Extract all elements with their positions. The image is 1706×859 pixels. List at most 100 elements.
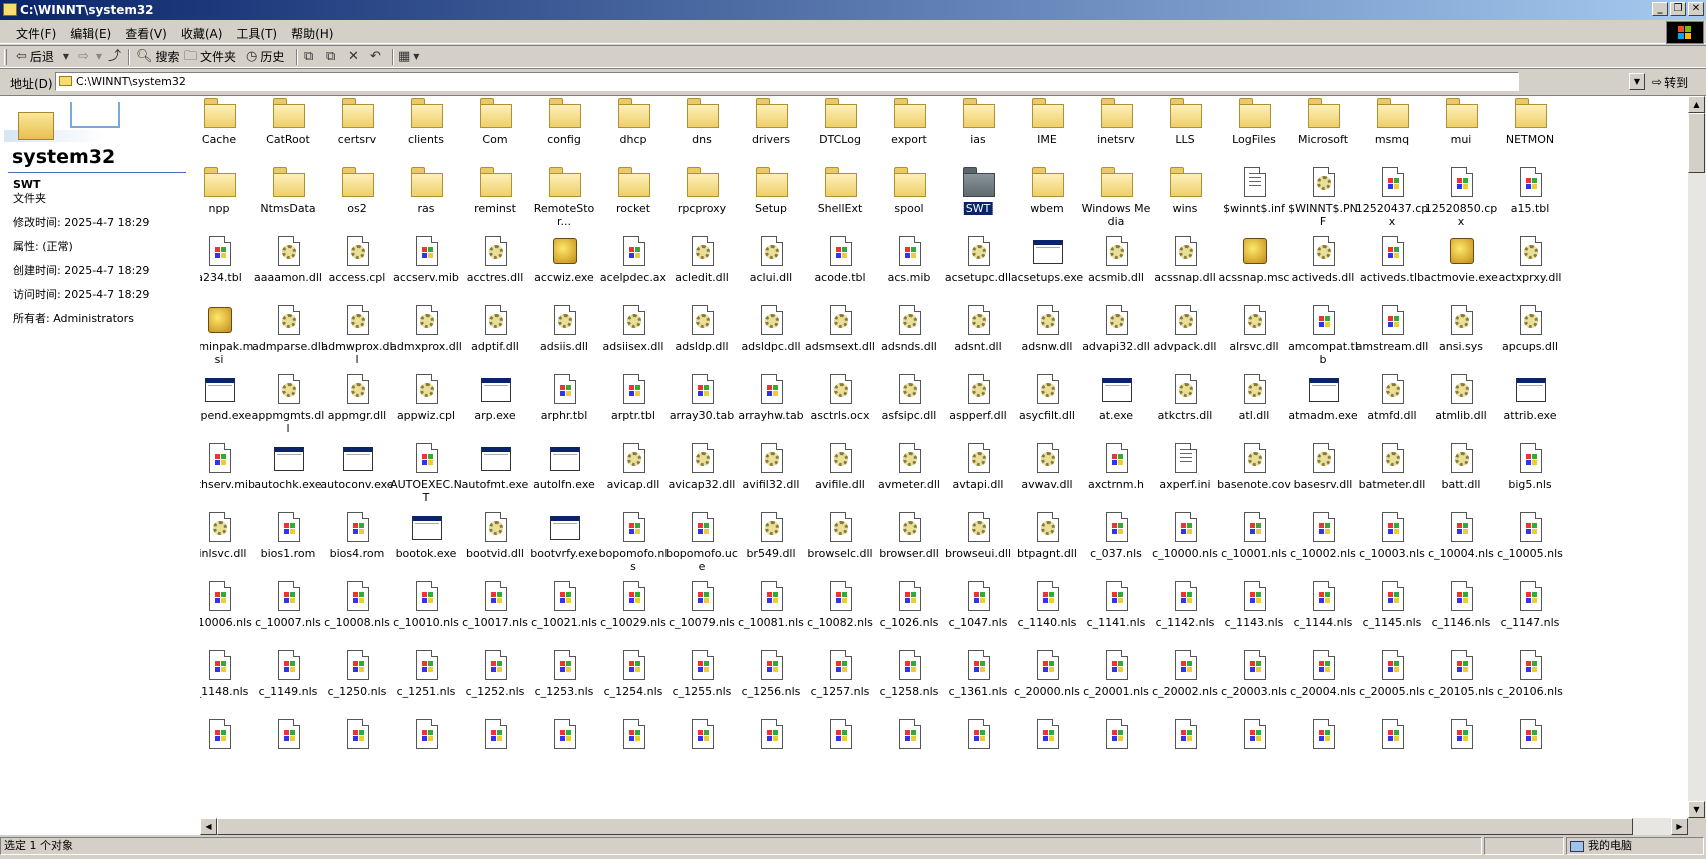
file-item[interactable]: c_1145.nls [1355,579,1429,649]
menu-favorites[interactable]: 收藏(A) [175,24,229,43]
file-item[interactable]: c_10007.nls [251,579,325,649]
file-item[interactable] [596,717,670,787]
folder-item[interactable]: DTCLog [803,96,877,166]
file-item[interactable]: c_1361.nls [941,648,1015,718]
folder-item[interactable]: npp [200,165,256,235]
file-item[interactable]: asctrls.ocx [803,372,877,442]
folder-item[interactable]: Com [458,96,532,166]
file-item[interactable]: acsetups.exe [1010,234,1084,304]
search-button[interactable]: 🔍︎ 搜索 [136,47,180,67]
file-item[interactable]: adsiis.dll [527,303,601,373]
file-item[interactable]: autolfn.exe [527,441,601,511]
file-item[interactable]: adsnds.dll [872,303,946,373]
file-item[interactable]: c_10003.nls [1355,510,1429,580]
file-item[interactable]: br549.dll [734,510,808,580]
file-item[interactable]: c_1257.nls [803,648,877,718]
file-item[interactable]: appwiz.cpl [389,372,463,442]
file-item[interactable]: appmgmts.dll [251,372,325,442]
file-item[interactable]: c_10029.nls [596,579,670,649]
file-item[interactable]: arp.exe [458,372,532,442]
file-item[interactable]: bios1.rom [251,510,325,580]
file-item[interactable]: c_10005.nls [1493,510,1567,580]
file-item[interactable]: c_10006.nls [200,579,256,649]
folder-item[interactable]: Microsoft [1286,96,1360,166]
folder-item[interactable]: mui [1424,96,1498,166]
file-item[interactable]: acctres.dll [458,234,532,304]
copy-to-button[interactable]: ⧉ [326,47,335,67]
file-item[interactable]: atl.dll [1217,372,1291,442]
folder-item[interactable]: ras [389,165,463,235]
file-item[interactable]: amstream.dll [1355,303,1429,373]
file-item[interactable]: array30.tab [665,372,739,442]
folder-item[interactable]: wbem [1010,165,1084,235]
file-item[interactable]: acsetupc.dll [941,234,1015,304]
file-item[interactable]: adsldpc.dll [734,303,808,373]
folder-item[interactable]: spool [872,165,946,235]
undo-button[interactable]: ↶ [370,47,381,67]
folder-item[interactable]: IME [1010,96,1084,166]
file-item[interactable]: actxprxy.dll [1493,234,1567,304]
file-item[interactable]: c_1252.nls [458,648,532,718]
file-item[interactable]: attrib.exe [1493,372,1567,442]
file-item[interactable] [734,717,808,787]
menu-file[interactable]: 文件(F) [10,24,62,43]
file-item[interactable]: appmgr.dll [320,372,394,442]
file-item[interactable]: alrsvc.dll [1217,303,1291,373]
file-item[interactable]: c_10079.nls [665,579,739,649]
file-item[interactable]: batmeter.dll [1355,441,1429,511]
file-item[interactable]: bopomofo.nls [596,510,670,580]
file-item[interactable] [1217,717,1291,787]
file-item[interactable]: c_10002.nls [1286,510,1360,580]
file-item[interactable]: 12520437.cpx [1355,165,1429,235]
file-item[interactable]: c_1144.nls [1286,579,1360,649]
file-item[interactable] [389,717,463,787]
file-item[interactable]: c_1026.nls [872,579,946,649]
folder-item[interactable]: NETMON [1493,96,1567,166]
file-item[interactable]: browser.dll [872,510,946,580]
file-item[interactable]: $winnt$.inf [1217,165,1291,235]
file-item[interactable]: c_1149.nls [251,648,325,718]
forward-dropdown-icon[interactable]: ▼ [96,47,102,67]
file-item[interactable]: atmadm.exe [1286,372,1360,442]
file-item[interactable]: apcups.dll [1493,303,1567,373]
file-item[interactable]: c_20003.nls [1217,648,1291,718]
file-item[interactable]: a234.tbl [200,234,256,304]
file-item[interactable]: avifil32.dll [734,441,808,511]
file-item[interactable]: c_10021.nls [527,579,601,649]
scroll-up-button[interactable]: ▲ [1688,96,1705,113]
file-item[interactable]: c_10082.nls [803,579,877,649]
file-item[interactable] [1148,717,1222,787]
folder-item[interactable]: clients [389,96,463,166]
file-item[interactable]: c_1142.nls [1148,579,1222,649]
address-dropdown-button[interactable]: ▼ [1629,73,1645,90]
file-item[interactable]: adsmsext.dll [803,303,877,373]
horizontal-scrollbar[interactable]: ◀ ▶ [200,818,1688,836]
folder-item[interactable]: Cache [200,96,256,166]
file-item[interactable]: advpack.dll [1148,303,1222,373]
file-item[interactable]: adsldp.dll [665,303,739,373]
file-item[interactable]: browseui.dll [941,510,1015,580]
file-item[interactable] [1493,717,1567,787]
file-item[interactable]: $WINNT$.PNF [1286,165,1360,235]
file-item[interactable]: bootvid.dll [458,510,532,580]
history-button[interactable]: ◷ 历史 [246,47,284,67]
file-item[interactable]: aaaamon.dll [251,234,325,304]
folder-item[interactable]: inetsrv [1079,96,1153,166]
delete-button[interactable]: ✕ [348,47,359,67]
folder-item[interactable]: msmq [1355,96,1429,166]
toolbar-grip[interactable] [4,49,7,65]
file-item[interactable]: axperf.ini [1148,441,1222,511]
menu-view[interactable]: 查看(V) [119,24,173,43]
file-item[interactable] [1286,717,1360,787]
file-item[interactable]: adptif.dll [458,303,532,373]
file-item[interactable]: axctrnm.h [1079,441,1153,511]
file-item[interactable]: bopomofo.uce [665,510,739,580]
file-item[interactable]: batt.dll [1424,441,1498,511]
file-item[interactable]: admwprox.dll [320,303,394,373]
horizontal-scroll-thumb[interactable] [217,818,1633,835]
file-item[interactable] [458,717,532,787]
file-item[interactable]: c_1258.nls [872,648,946,718]
file-item[interactable]: c_1250.nls [320,648,394,718]
folder-item[interactable]: rocket [596,165,670,235]
scroll-right-button[interactable]: ▶ [1671,818,1688,835]
